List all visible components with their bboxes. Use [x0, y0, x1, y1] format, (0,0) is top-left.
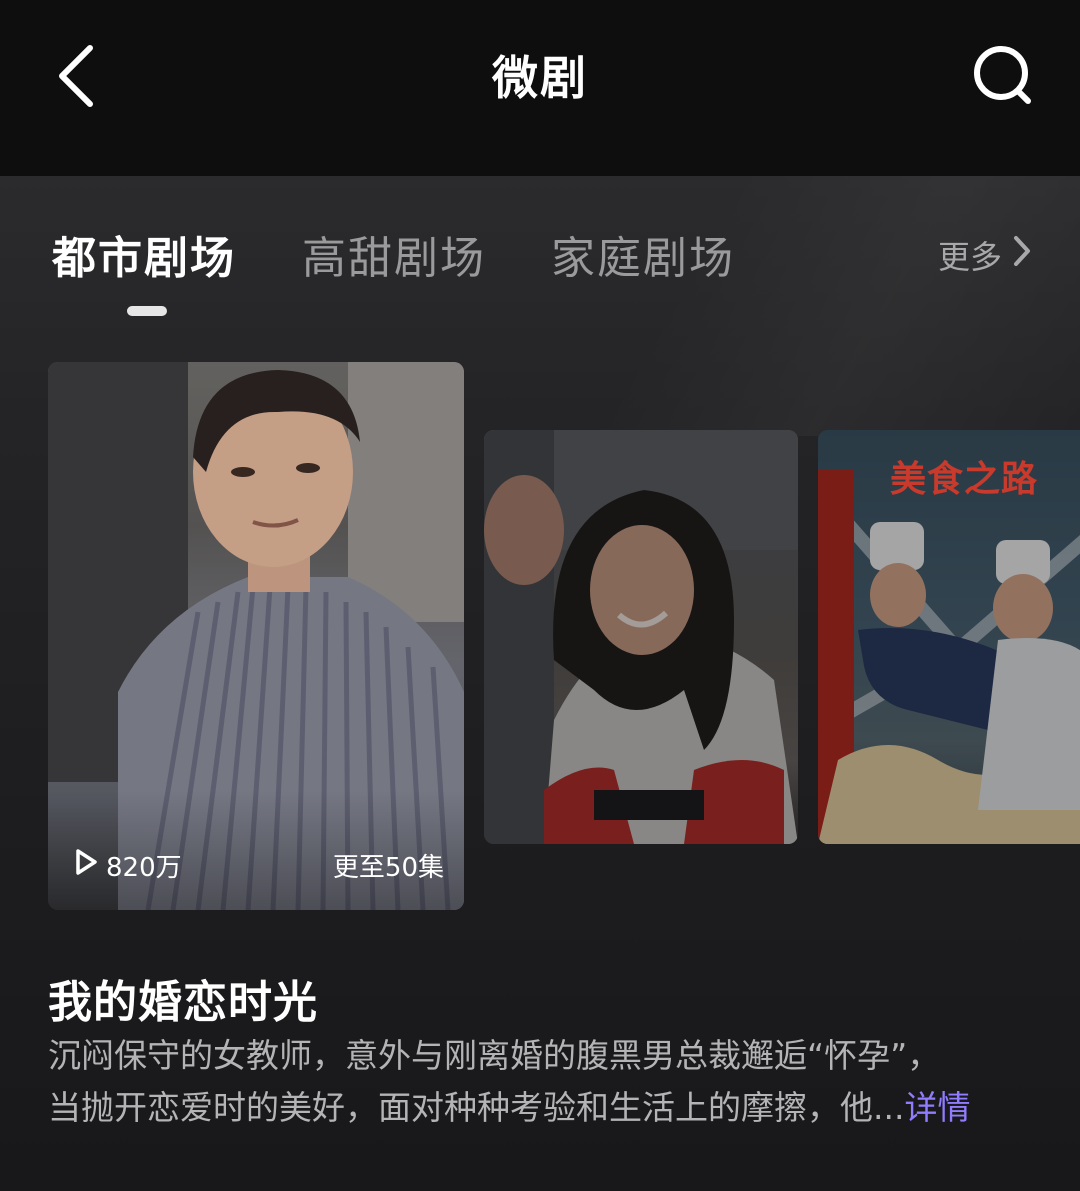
active-tab-indicator: [127, 306, 167, 316]
tab-urban-theater[interactable]: 都市剧场: [52, 222, 236, 286]
description-line-2-wrapper: 当抛开恋爱时的美好，面对种种考验和生活上的摩擦，他...详情: [48, 1082, 1038, 1134]
page-title: 微剧: [492, 51, 588, 105]
more-label: 更多: [937, 238, 1002, 276]
search-button[interactable]: [970, 40, 1040, 110]
search-icon: [974, 46, 1031, 104]
play-icon: [74, 848, 98, 883]
details-link[interactable]: 详情: [904, 1088, 970, 1127]
drama-card-3[interactable]: 美食之路: [818, 430, 1080, 844]
chevron-right-icon: [1012, 234, 1032, 276]
top-bar: 微剧: [0, 0, 1080, 176]
description-line-1: 沉闷保守的女教师，意外与刚离婚的腹黑男总裁邂逅“怀孕”，: [48, 1036, 941, 1075]
drama-description: 沉闷保守的女教师，意外与刚离婚的腹黑男总裁邂逅“怀孕”， 当抛开恋爱时的美好，面…: [48, 1030, 1038, 1134]
drama-page: 微剧 都市剧场 高甜剧场 家庭剧场 更多 820万 更至50集 美食之路 我的婚…: [0, 0, 1080, 1191]
more-link[interactable]: 更多: [938, 232, 1032, 278]
drama-title: 我的婚恋时光: [48, 977, 318, 1028]
description-line-2: 当抛开恋爱时的美好，面对种种考验和生活上的摩擦，他...: [48, 1088, 905, 1127]
episode-count: 更至50集: [332, 853, 444, 883]
play-count-value: 820万: [106, 853, 182, 883]
cover-tint-2: [484, 430, 798, 844]
tab-sweet-theater[interactable]: 高甜剧场: [302, 222, 486, 286]
play-count: 820万: [74, 847, 182, 884]
poster-title-text: 美食之路: [890, 459, 1039, 500]
tab-family-theater[interactable]: 家庭剧场: [551, 222, 735, 286]
drama-card-2[interactable]: [484, 430, 798, 844]
featured-drama-card[interactable]: 820万 更至50集: [48, 362, 464, 910]
